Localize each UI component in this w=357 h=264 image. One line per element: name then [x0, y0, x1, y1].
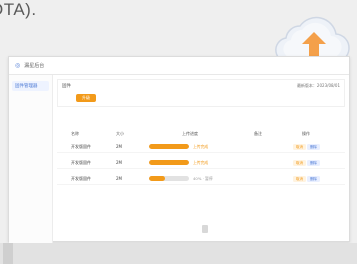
sidebar: 固件管理器: [9, 75, 53, 243]
table-row: 开发版固件 2M 上传完成 取消 删除: [57, 139, 345, 153]
firmware-window: ◎ 漏星后台 固件管理器 固件 最新版本：2023/08/01 升级 名称 大小…: [8, 56, 350, 243]
firmware-card: 固件 最新版本：2023/08/01 升级: [57, 79, 345, 107]
upgrade-button[interactable]: 升级: [76, 94, 96, 102]
col-header-size: 大小: [116, 131, 124, 136]
card-title: 固件: [62, 84, 71, 89]
col-header-actions: 操作: [302, 131, 310, 136]
col-header-note: 备注: [254, 131, 262, 136]
col-header-name: 名称: [71, 131, 79, 136]
latest-version-text: 最新版本：2023/08/01: [296, 83, 340, 88]
delete-button[interactable]: 删除: [307, 160, 320, 166]
row-size: 2M: [116, 176, 122, 181]
sidebar-item-label: 固件管理器: [15, 84, 38, 89]
strip-block: [3, 243, 13, 264]
row-status: 40% · 暂停: [193, 176, 213, 181]
sidebar-item-firmware[interactable]: 固件管理器: [12, 81, 49, 91]
app-logo-icon: ◎: [15, 62, 21, 69]
delete-button[interactable]: 删除: [307, 176, 320, 182]
cancel-button[interactable]: 取消: [293, 160, 306, 166]
row-size: 2M: [116, 160, 122, 165]
main-panel: 固件 最新版本：2023/08/01 升级 名称 大小 上传进度 备注 操作 开…: [57, 75, 345, 243]
upgrade-button-label: 升级: [82, 95, 90, 100]
progress-fill: [149, 144, 189, 149]
progress-fill: [149, 160, 189, 165]
table-row: 开发版固件 2M 40% · 暂停 取消 删除: [57, 171, 345, 185]
row-status: 上传完成: [193, 160, 209, 165]
progress-bar: [149, 176, 189, 181]
row-size: 2M: [116, 144, 122, 149]
row-name: 开发版固件: [71, 160, 91, 165]
delete-button[interactable]: 删除: [307, 144, 320, 150]
progress-bar: [149, 160, 189, 165]
empty-state-icon: [202, 225, 208, 233]
cancel-button[interactable]: 取消: [293, 176, 306, 182]
table-header: 名称 大小 上传进度 备注 操作: [57, 129, 345, 139]
window-title-bar: ◎ 漏星后台: [9, 57, 349, 75]
page-heading: OTA).: [0, 0, 37, 19]
col-header-progress: 上传进度: [182, 131, 198, 136]
row-name: 开发版固件: [71, 176, 91, 181]
table-row: 开发版固件 2M 上传完成 取消 删除: [57, 155, 345, 169]
window-title: 漏星后台: [24, 63, 45, 69]
row-name: 开发版固件: [71, 144, 91, 149]
bottom-strip: [0, 243, 357, 264]
row-status: 上传完成: [193, 144, 209, 149]
cancel-button[interactable]: 取消: [293, 144, 306, 150]
progress-fill: [149, 176, 165, 181]
progress-bar: [149, 144, 189, 149]
